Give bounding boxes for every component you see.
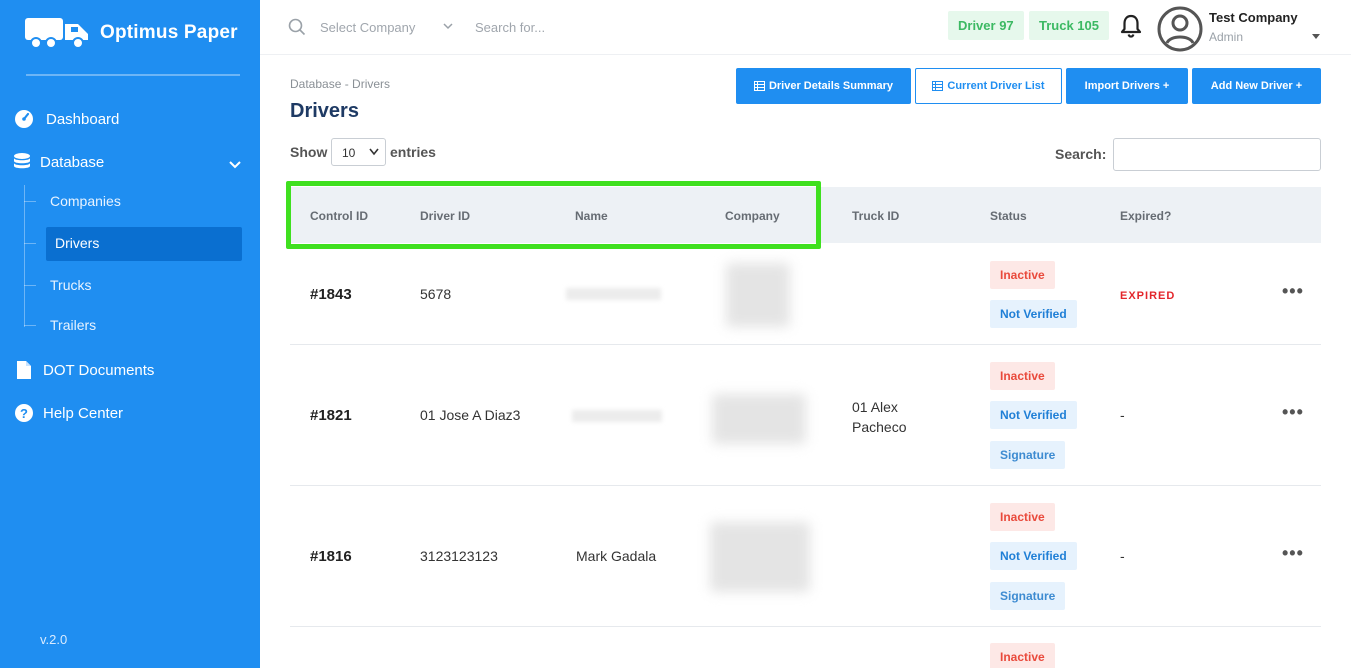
column-header-status[interactable]: Status (990, 209, 1027, 223)
status-badge-inactive: Inactive (990, 643, 1055, 668)
driver-id-cell: 5678 (420, 286, 452, 302)
select-company-dropdown[interactable]: Select Company (320, 20, 415, 35)
sidebar-item-label: DOT Documents (43, 361, 155, 379)
entries-label: entries (390, 144, 436, 160)
truck-logo-icon (25, 18, 88, 49)
status-badge-signature: Signature (990, 582, 1066, 610)
user-role: Admin (1209, 30, 1244, 44)
brand-name: Optimus Paper (100, 22, 238, 43)
table-icon (932, 81, 944, 91)
avatar[interactable] (1157, 6, 1203, 52)
control-id-cell: #1816 (310, 548, 352, 565)
driver-id-cell: 3123123123 (420, 548, 498, 564)
page-title: Drivers (290, 100, 359, 122)
bell-icon[interactable] (1120, 14, 1142, 38)
redacted-company (712, 394, 806, 444)
tree-tick (24, 285, 36, 286)
status-badge-inactive: Inactive (990, 503, 1055, 531)
table-icon (753, 81, 765, 91)
import-drivers-button[interactable]: Import Drivers + (1066, 68, 1188, 104)
status-badge-not-verified: Not Verified (990, 542, 1077, 570)
sidebar-item-label: Dashboard (46, 110, 120, 128)
show-label: Show (290, 144, 328, 160)
truck-count-badge[interactable]: Truck 105 (1029, 11, 1109, 40)
status-badge-inactive: Inactive (990, 362, 1055, 390)
tree-line (24, 185, 25, 327)
redacted-name (572, 410, 662, 422)
svg-text:?: ? (20, 406, 28, 421)
driver-count-badge[interactable]: Driver 97 (948, 11, 1024, 40)
help-icon: ? (14, 403, 34, 423)
sidebar-item-database[interactable]: Database (12, 152, 104, 172)
control-id-cell: #1843 (310, 286, 352, 303)
search-icon[interactable] (288, 18, 306, 36)
tree-tick (24, 201, 36, 202)
sidebar-item-help-center[interactable]: ? Help Center (14, 403, 123, 423)
sidebar-item-label: Database (40, 153, 105, 171)
truck-id-cell: 01 Alex Pacheco (852, 399, 907, 435)
chevron-down-icon[interactable] (442, 20, 454, 32)
sidebar-item-label: Help Center (43, 404, 124, 422)
sidebar-sub-item-trucks[interactable]: Trucks (50, 277, 91, 293)
redacted-company (726, 263, 790, 327)
redacted-company (710, 522, 810, 592)
top-bar: Select Company Search for... Driver 97 T… (260, 0, 1351, 55)
chevron-down-icon (369, 148, 379, 156)
chevron-down-icon[interactable] (228, 158, 242, 172)
column-header-expired[interactable]: Expired? (1120, 209, 1171, 223)
row-divider (290, 485, 1321, 486)
current-driver-list-button[interactable]: Current Driver List (915, 68, 1062, 104)
highlight-box (286, 181, 821, 249)
search-label: Search: (1055, 146, 1107, 162)
tree-tick (24, 325, 36, 326)
user-name[interactable]: Test Company (1209, 10, 1298, 25)
expired-cell: - (1120, 407, 1125, 423)
sidebar: Optimus Paper Dashboard Database Compani… (0, 0, 260, 668)
sidebar-item-dashboard[interactable]: Dashboard (14, 109, 119, 129)
status-badge-not-verified: Not Verified (990, 401, 1077, 429)
row-actions-menu-icon[interactable]: ••• (1282, 543, 1304, 564)
status-badge-inactive: Inactive (990, 261, 1055, 289)
add-new-driver-button[interactable]: Add New Driver + (1192, 68, 1321, 104)
status-badge-signature: Signature (990, 441, 1066, 469)
entries-select[interactable]: 10 (331, 138, 386, 166)
caret-down-icon[interactable] (1311, 33, 1321, 41)
sidebar-sub-item-companies[interactable]: Companies (50, 193, 121, 209)
row-divider (290, 344, 1321, 345)
sidebar-sub-item-trailers[interactable]: Trailers (50, 317, 96, 333)
row-actions-menu-icon[interactable]: ••• (1282, 402, 1304, 423)
database-icon (12, 152, 32, 172)
driver-details-summary-button[interactable]: Driver Details Summary (736, 68, 911, 104)
driver-id-cell: 01 Jose A Diaz3 (420, 407, 521, 423)
document-icon (14, 360, 34, 380)
redacted-name (566, 288, 661, 300)
column-header-truck-id[interactable]: Truck ID (852, 209, 899, 223)
divider (26, 74, 240, 76)
version-label: v.2.0 (40, 632, 68, 647)
row-actions-menu-icon[interactable]: ••• (1282, 281, 1304, 302)
expired-label: EXPIRED (1120, 290, 1176, 302)
tree-tick (24, 243, 36, 244)
status-badge-not-verified: Not Verified (990, 300, 1077, 328)
sidebar-sub-item-drivers[interactable]: Drivers (55, 235, 99, 251)
expired-cell: - (1120, 548, 1125, 564)
search-input[interactable]: Search for... (475, 20, 545, 35)
sidebar-item-dot-documents[interactable]: DOT Documents (14, 360, 154, 380)
control-id-cell: #1821 (310, 407, 352, 424)
name-cell: Mark Gadala (576, 548, 657, 564)
table-search-input[interactable] (1113, 138, 1321, 171)
breadcrumb: Database - Drivers (290, 77, 391, 91)
gauge-icon (14, 109, 34, 129)
brand-logo[interactable]: Optimus Paper (24, 16, 238, 50)
row-divider (290, 626, 1321, 627)
